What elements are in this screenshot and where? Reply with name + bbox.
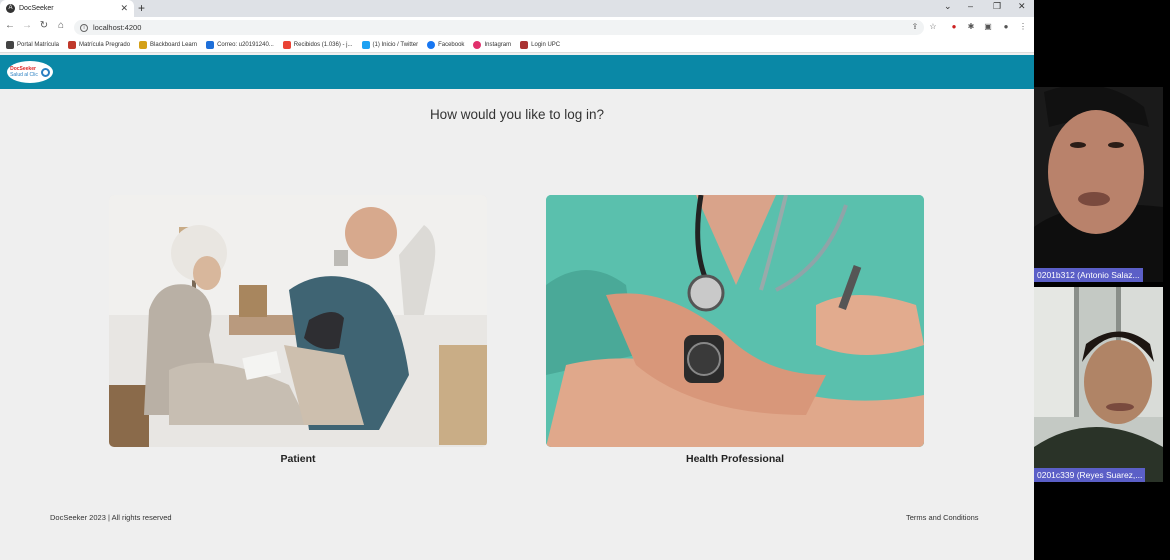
bookmark-item[interactable]: Facebook: [427, 41, 464, 49]
angular-favicon-icon: A: [6, 4, 15, 13]
bookmark-label: Instagram: [484, 42, 512, 48]
reload-icon[interactable]: ↻: [37, 20, 51, 31]
participant-video: [1034, 287, 1163, 482]
bookmark-favicon-icon: [427, 41, 436, 49]
profile-avatar-icon[interactable]: ●: [1001, 22, 1011, 32]
bookmark-favicon-icon: [6, 41, 14, 49]
tab-bar: A DocSeeker ✕ + ⌄ – ❐ ✕: [0, 0, 1034, 17]
patient-label[interactable]: Patient: [109, 453, 487, 465]
bookmark-item[interactable]: Correo: u20191240...: [206, 41, 274, 49]
bookmark-label: Login UPC: [531, 42, 561, 48]
patient-image[interactable]: [109, 195, 487, 447]
bookmark-favicon-icon: [473, 41, 482, 49]
tab-title: DocSeeker: [19, 5, 54, 12]
participant-name: 0201b312 (Antonio Salaz...: [1034, 268, 1143, 282]
bookmark-star-icon[interactable]: ☆: [928, 22, 938, 32]
bookmark-label: (1) Inicio / Twitter: [372, 42, 419, 48]
bookmark-item[interactable]: Recibidos (1.036) - j...: [282, 41, 353, 49]
patient-option-card[interactable]: Patient: [109, 195, 487, 467]
bookmark-label: Facebook: [438, 42, 465, 48]
home-icon[interactable]: ⌂: [54, 20, 68, 31]
bookmark-favicon-icon: [68, 41, 77, 49]
forward-icon[interactable]: →: [20, 20, 34, 31]
bookmark-label: Matrícula Pregrado: [79, 42, 131, 48]
participant-video-tile: 0201b312 (Antonio Salaz...: [1034, 87, 1163, 282]
bookmarks-bar: Portal Matrícula Matrícula Pregrado Blac…: [0, 38, 1034, 53]
screen: A DocSeeker ✕ + ⌄ – ❐ ✕ ← → ↻ ⌂ i localh…: [0, 0, 1170, 560]
bookmark-favicon-icon: [206, 41, 215, 49]
browser-toolbar: ← → ↻ ⌂ i localhost:4200 ⇪ ☆ ● ✱ ▣ ● ⋮: [0, 17, 1034, 38]
participant-video: [1034, 87, 1163, 282]
site-info-icon[interactable]: i: [80, 23, 88, 32]
bookmark-item[interactable]: Blackboard Learn: [139, 41, 197, 49]
footer-copyright: DocSeeker 2023 | All rights reserved: [50, 513, 172, 522]
site-header: DocSeeker Salud al Clic: [0, 55, 1034, 89]
health-professional-image[interactable]: [546, 195, 924, 447]
bookmark-label: Recibidos (1.036) - j...: [293, 42, 353, 48]
health-professional-label[interactable]: Health Professional: [546, 453, 924, 465]
bookmark-label: Correo: u20191240...: [217, 42, 274, 48]
restore-icon[interactable]: ❐: [993, 1, 1001, 12]
url-text: localhost:4200: [93, 23, 142, 32]
page-title: How would you like to log in?: [429, 107, 605, 122]
logo-tagline: Salud al Clic: [10, 72, 38, 78]
bookmark-favicon-icon: [361, 41, 370, 49]
browser-tab[interactable]: A DocSeeker ✕: [0, 0, 134, 17]
stethoscope-icon: [40, 67, 50, 77]
bookmark-favicon-icon: [139, 41, 148, 49]
close-window-icon[interactable]: ✕: [1018, 1, 1026, 12]
close-tab-icon[interactable]: ✕: [120, 3, 128, 14]
bookmark-item[interactable]: Portal Matrícula: [6, 41, 59, 49]
menu-kebab-icon[interactable]: ⋮: [1018, 22, 1028, 32]
bookmark-label: Blackboard Learn: [150, 42, 198, 48]
extensions-puzzle-icon[interactable]: ✱: [966, 22, 976, 32]
back-icon[interactable]: ←: [3, 20, 17, 31]
bookmark-label: Portal Matrícula: [17, 42, 60, 48]
participant-video-tile: 0201c339 (Reyes Suarez,...: [1034, 287, 1163, 482]
chevron-down-icon[interactable]: ⌄: [944, 1, 952, 12]
side-panel-icon[interactable]: ▣: [983, 22, 993, 32]
address-bar[interactable]: i localhost:4200: [74, 20, 924, 35]
terms-link[interactable]: Terms and Conditions: [906, 513, 979, 522]
share-icon[interactable]: ⇪: [910, 22, 920, 32]
bookmark-item[interactable]: (1) Inicio / Twitter: [361, 41, 419, 49]
docseeker-logo[interactable]: DocSeeker Salud al Clic: [7, 61, 53, 83]
extension-icon[interactable]: ●: [949, 22, 959, 32]
bookmark-favicon-icon: [520, 41, 529, 49]
bookmark-favicon-icon: [282, 41, 291, 49]
bookmark-item[interactable]: Instagram: [473, 41, 511, 49]
participant-name: 0201c339 (Reyes Suarez,...: [1034, 468, 1146, 482]
bookmark-item[interactable]: Matrícula Pregrado: [68, 41, 130, 49]
health-professional-option-card[interactable]: Health Professional: [546, 195, 924, 467]
bookmark-item[interactable]: Login UPC: [520, 41, 560, 49]
minimize-icon[interactable]: –: [968, 1, 973, 11]
browser-window: A DocSeeker ✕ + ⌄ – ❐ ✕ ← → ↻ ⌂ i localh…: [0, 0, 1034, 560]
new-tab-icon[interactable]: +: [138, 1, 145, 15]
